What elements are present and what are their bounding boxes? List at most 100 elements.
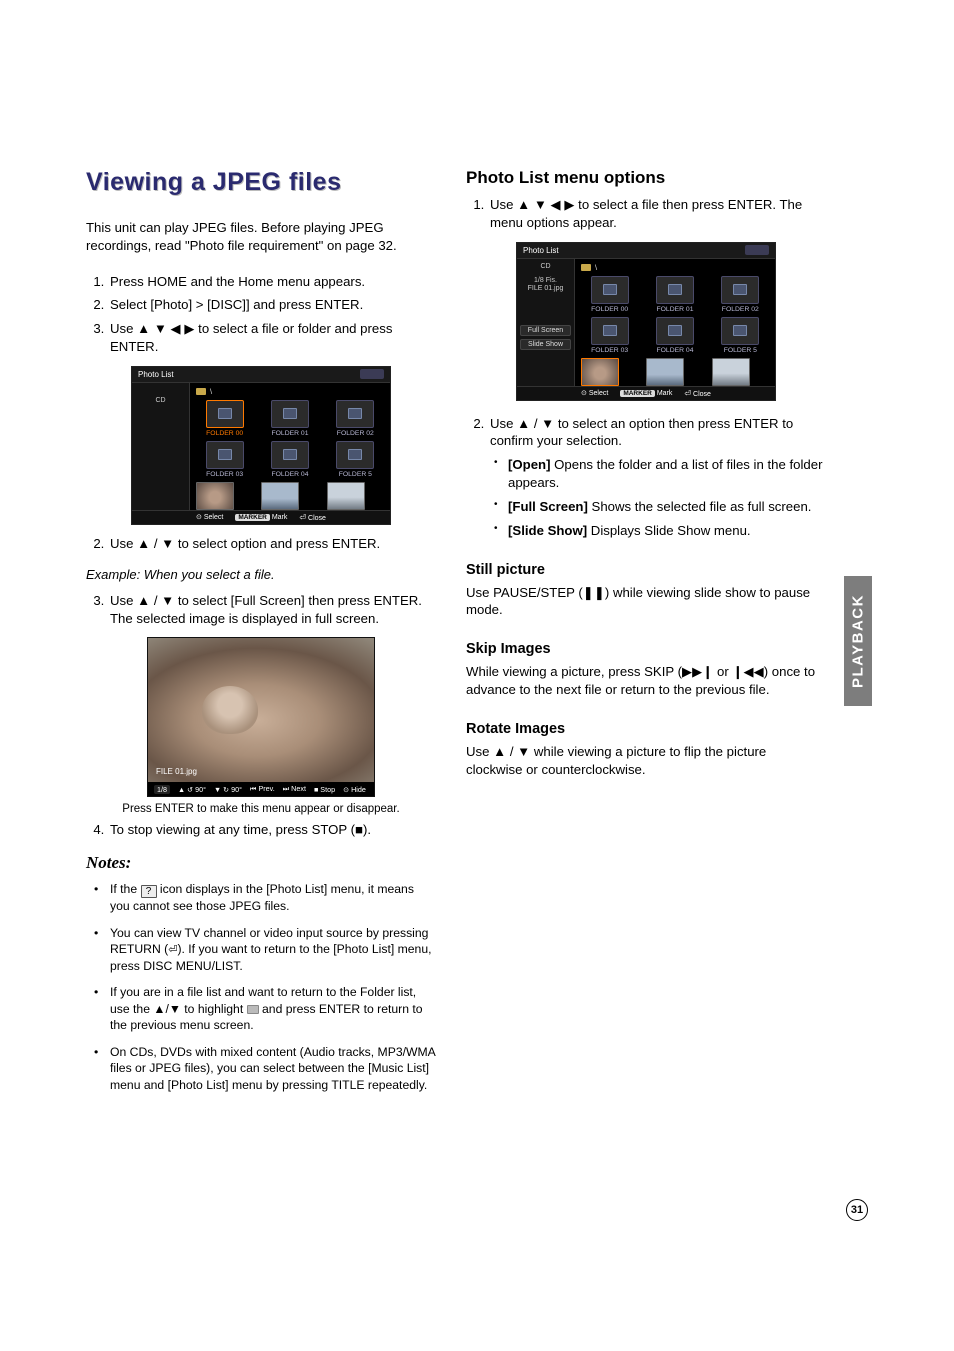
pl-footer: ⊙ Select MARKER Mark ⏎ Close <box>517 386 775 400</box>
steps-list-2: Use ▲ / ▼ to select option and press ENT… <box>86 535 436 553</box>
pl-cell: FOLDER 00 <box>196 400 253 437</box>
pl-folder-label: FOLDER 01 <box>261 430 318 437</box>
pl-folder-label: FOLDER 03 <box>196 471 253 478</box>
steps-list-4: To stop viewing at any time, press STOP … <box>86 821 436 839</box>
folder-thumb-icon <box>656 276 694 304</box>
cat-control-bar: 1/8 ▲ ↺ 90° ▼ ↻ 90° ⏮ Prev. ⏭ Next ■ Sto… <box>148 782 374 796</box>
pl-crumb: \ <box>581 263 769 272</box>
pl-side-cd: CD <box>135 397 186 405</box>
intro-text: This unit can play JPEG files. Before pl… <box>86 219 436 255</box>
folder-up-icon <box>196 388 206 395</box>
folder-thumb-icon <box>591 317 629 345</box>
cat-bar-item: ■ Stop <box>314 785 335 794</box>
step-4: To stop viewing at any time, press STOP … <box>108 821 436 839</box>
step-3: Use ▲ ▼ ◀ ▶ to select a file or folder a… <box>108 320 436 356</box>
note-4: On CDs, DVDs with mixed content (Audio t… <box>108 1044 436 1093</box>
pl-cell: FOLDER 03 <box>196 441 253 478</box>
cat-bar-item: ⏮ Prev. <box>250 784 275 794</box>
cat-file-label: FILE 01.jpg <box>156 767 197 776</box>
pl-cell <box>327 482 384 510</box>
pl-folder-label: FOLDER 04 <box>646 347 703 354</box>
s32c: The selected image is displayed in full … <box>110 610 436 628</box>
notes-list: If the ? icon displays in the [Photo Lis… <box>86 881 436 1093</box>
arrow-ud-slash-icon: ▲ / ▼ <box>137 536 174 551</box>
step-3-2: Use ▲ / ▼ to select [Full Screen] then p… <box>108 592 436 628</box>
right-column: Photo List menu options Use ▲ ▼ ◀ ▶ to s… <box>466 168 826 1103</box>
pl-folder-label: FOLDER 5 <box>327 471 384 478</box>
folder-thumb-icon <box>206 400 244 428</box>
folder-up-icon <box>581 264 591 271</box>
pl-cell: FOLDER 02 <box>327 400 384 437</box>
s4b: ). <box>363 822 371 837</box>
pl-title-right-icon <box>360 369 384 379</box>
pl-side-cd: CD <box>520 263 571 271</box>
cat-bar-item: ⊙ Hide <box>343 785 366 794</box>
arrow-ud-slash-icon: ▲ / ▼ <box>493 744 530 759</box>
pl-main: \ FOLDER 00 FOLDER 01 FOLDER 02 FOLDER 0… <box>190 383 390 510</box>
pl-folder-label: FOLDER 00 <box>581 306 638 313</box>
folder-thumb-icon <box>721 317 759 345</box>
pl-footer-mark: MARKER Mark <box>235 514 287 521</box>
arrow-udlr-icon: ▲ ▼ ◀ ▶ <box>137 321 194 336</box>
skip-b: or <box>713 664 732 679</box>
pl-footer-close: ⏎ Close <box>299 513 326 522</box>
opt2-label: [Full Screen] <box>508 499 588 514</box>
cat-bar-item: ▼ ↻ 90° <box>214 785 242 794</box>
pl-sidebar: CD 1/8 Fis.FILE 01.jpg Full Screen Slide… <box>517 259 575 386</box>
pl-title: Photo List <box>138 370 174 379</box>
menu-steps-2: Use ▲ / ▼ to select an option then press… <box>466 415 826 451</box>
image-thumb <box>646 358 684 386</box>
image-thumb <box>196 482 234 510</box>
still-text: Use PAUSE/STEP (❚❚) while viewing slide … <box>466 584 826 620</box>
photo-list-screenshot-1: Photo List CD \ FOLDER 00 FOLDER 01 FOLD… <box>131 366 391 525</box>
cat-bar-item: ⏭ Next <box>283 784 306 794</box>
pl-footer-close: ⏎ Close <box>684 389 711 398</box>
step2b-c: to select option and press ENTER. <box>174 536 380 551</box>
pl-folder-label: FOLDER 03 <box>581 347 638 354</box>
pl-folder-label: FOLDER 00 <box>196 430 253 437</box>
steps-list-1: Press HOME and the Home menu appears. Se… <box>86 273 436 356</box>
folder-thumb-icon <box>721 276 759 304</box>
s32b: to select [Full Screen] then press ENTER… <box>174 593 422 608</box>
playback-side-tab: PLAYBACK <box>844 576 872 706</box>
skip-text: While viewing a picture, press SKIP (▶▶❙… <box>466 663 826 699</box>
menu-options-heading: Photo List menu options <box>466 168 826 188</box>
photo-list-screenshot-2: Photo List CD 1/8 Fis.FILE 01.jpg Full S… <box>516 242 776 401</box>
step-1: Press HOME and the Home menu appears. <box>108 273 436 291</box>
pl-footer-select: ⊙ Select <box>581 389 608 397</box>
pl-folder-label: FOLDER 01 <box>646 306 703 313</box>
step3-part-a: Use <box>110 321 137 336</box>
step-2: Select [Photo] > [DISC]] and press ENTER… <box>108 296 436 314</box>
still-a: Use PAUSE/STEP ( <box>466 585 583 600</box>
page: Viewing a JPEG files This unit can play … <box>0 0 954 1351</box>
note-2: You can view TV channel or video input s… <box>108 925 436 975</box>
pl-crumb-text: \ <box>595 263 597 272</box>
ms2a: Use <box>490 416 517 431</box>
pl-body: CD 1/8 Fis.FILE 01.jpg Full Screen Slide… <box>517 259 775 386</box>
opt-fullscreen: [Full Screen] Shows the selected file as… <box>508 498 826 516</box>
pl-cell <box>196 482 253 510</box>
pl-titlebar: Photo List <box>517 243 775 259</box>
pl-cell <box>646 358 703 386</box>
n1a: If the <box>110 882 141 896</box>
rotate-images-heading: Rotate Images <box>466 721 826 737</box>
folder-thumb-icon <box>206 441 244 469</box>
folder-thumb-icon <box>271 441 309 469</box>
opt-slideshow: [Slide Show] Displays Slide Show menu. <box>508 522 826 540</box>
example-text: Example: When you select a file. <box>86 567 436 582</box>
pl-cell: FOLDER 04 <box>261 441 318 478</box>
arrow-ud-icon: ▲/▼ <box>153 1002 181 1016</box>
pl-footer: ⊙ Select MARKER Mark ⏎ Close <box>132 510 390 524</box>
folder-thumb-icon <box>336 441 374 469</box>
pl-crumb-text: \ <box>210 387 212 396</box>
pl-footer-mark: MARKER Mark <box>620 390 672 397</box>
opt3-label: [Slide Show] <box>508 523 587 538</box>
pl-grid: FOLDER 00 FOLDER 01 FOLDER 02 FOLDER 03 … <box>196 400 384 510</box>
folder-mini-icon <box>247 1005 259 1014</box>
fullscreen-cat-screenshot: FILE 01.jpg 1/8 ▲ ↺ 90° ▼ ↻ 90° ⏮ Prev. … <box>147 637 375 797</box>
opt2-desc: Shows the selected file as full screen. <box>588 499 812 514</box>
pl-folder-label: FOLDER 02 <box>712 306 769 313</box>
pl-main: \ FOLDER 00 FOLDER 01 FOLDER 02 FOLDER 0… <box>575 259 775 386</box>
pl-folder-label: FOLDER 5 <box>712 347 769 354</box>
image-thumb <box>261 482 299 510</box>
